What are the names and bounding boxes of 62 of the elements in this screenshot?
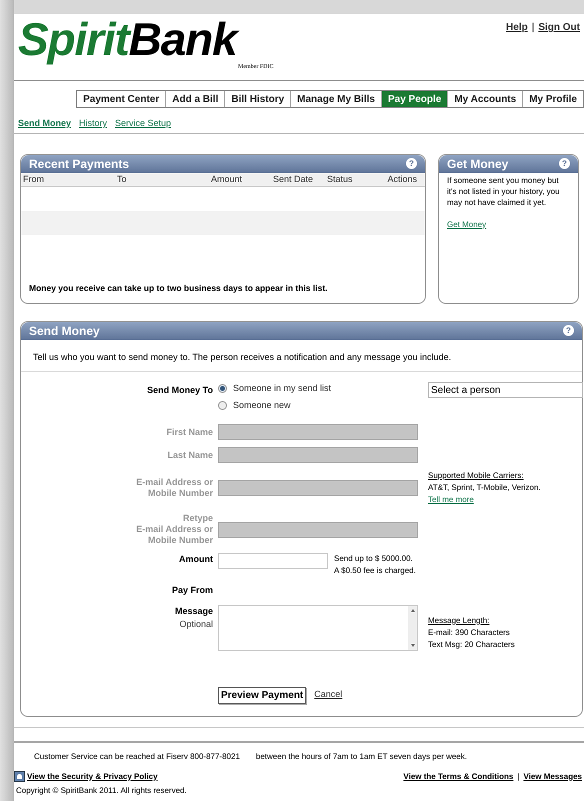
carriers-title: Supported Mobile Carriers: bbox=[428, 470, 525, 482]
field-label: Mobile Number bbox=[148, 535, 213, 546]
list-note: Money you receive can take up to two business days to appear in this list. bbox=[28, 282, 329, 295]
column-header: Sent Date bbox=[273, 172, 314, 186]
scroll-up-icon[interactable] bbox=[410, 608, 414, 612]
lock-icon bbox=[14, 771, 25, 782]
copyright-text: Copyright © SpiritBank 2011. All rights reserved. bbox=[15, 784, 188, 796]
message-field[interactable] bbox=[218, 604, 418, 650]
column-header: Status bbox=[327, 172, 354, 186]
radio-button[interactable] bbox=[218, 384, 227, 394]
subnav-link[interactable]: Send Money bbox=[18, 117, 72, 130]
field-label: Last Name bbox=[167, 450, 213, 460]
column-header: From bbox=[22, 172, 45, 186]
field-label: Send Money To bbox=[146, 384, 213, 397]
get-money-link[interactable]: Get Money bbox=[439, 208, 578, 230]
radio-label: Someone new bbox=[233, 398, 291, 412]
field-label: Amount bbox=[178, 553, 213, 566]
help-icon[interactable]: ? bbox=[563, 325, 574, 336]
person-select[interactable]: Select a person bbox=[428, 382, 583, 398]
service-text: Customer Service can be reached at Fiserv 800-877-8021 bbox=[34, 750, 240, 762]
help-icon[interactable]: ? bbox=[559, 158, 570, 169]
hours-text: between the hours of 7am to 1am ET seven days per week. bbox=[256, 750, 467, 762]
amount-hint: A $0.50 fee is charged. bbox=[334, 565, 416, 577]
link-separator: | bbox=[532, 21, 534, 35]
field-label: First Name bbox=[166, 426, 213, 438]
bank-logo[interactable]: SpiritBank bbox=[18, 14, 274, 64]
column-header: To bbox=[117, 172, 128, 186]
message-length-title: Message Length: bbox=[428, 614, 490, 626]
radio-label: Someone in my send list bbox=[233, 382, 332, 395]
preview-payment-button[interactable]: Preview Payment bbox=[218, 686, 306, 704]
subnav-link[interactable]: History bbox=[79, 117, 108, 130]
scroll-down-icon[interactable] bbox=[410, 644, 414, 646]
column-header: Amount bbox=[211, 172, 244, 186]
message-length-hint: E-mail: 390 Characters bbox=[428, 626, 511, 638]
header-link[interactable]: Help bbox=[506, 20, 528, 80]
field-label: E-mail Address or bbox=[136, 524, 213, 535]
link-separator: | bbox=[517, 770, 520, 782]
intro-text: Tell us who you want to send money to. The person receives a notification and any message you include. bbox=[21, 340, 582, 372]
field-sublabel: Optional bbox=[179, 618, 213, 631]
get-money-text: If someone sent you money but it's not listed in your history, you may not have claimed it yet. bbox=[446, 174, 561, 208]
security-policy-link[interactable]: View the Security & Privacy Policy bbox=[27, 770, 158, 782]
field-label: Pay From bbox=[170, 584, 213, 597]
footer-link[interactable]: View the Terms & Conditions bbox=[403, 770, 514, 782]
panel-title: Recent Payments bbox=[29, 156, 130, 172]
column-header: Actions bbox=[386, 172, 418, 186]
field-label: Message bbox=[174, 604, 213, 618]
radio-button[interactable] bbox=[218, 400, 227, 410]
panel-title: Send Money bbox=[29, 322, 100, 340]
header-link[interactable]: Sign Out bbox=[538, 20, 580, 80]
amount-field[interactable] bbox=[218, 553, 328, 569]
nav-tab[interactable]: Pay People bbox=[380, 91, 448, 107]
field-label: Retype bbox=[182, 513, 213, 524]
subnav-link[interactable]: Service Setup bbox=[115, 117, 172, 130]
amount-hint: Send up to $ 5000.00. bbox=[334, 553, 414, 565]
footer-link[interactable]: View Messages bbox=[523, 770, 582, 782]
help-icon[interactable]: ? bbox=[406, 158, 417, 169]
field-label: E-mail Address or bbox=[136, 477, 213, 488]
field-label: Mobile Number bbox=[148, 488, 213, 499]
message-length-hint: Text Msg: 20 Characters bbox=[428, 638, 516, 650]
carriers-text: AT&T, Sprint, T-Mobile, Verizon. bbox=[428, 482, 542, 494]
panel-title: Get Money bbox=[447, 156, 508, 172]
cancel-link[interactable]: Cancel bbox=[314, 688, 342, 702]
